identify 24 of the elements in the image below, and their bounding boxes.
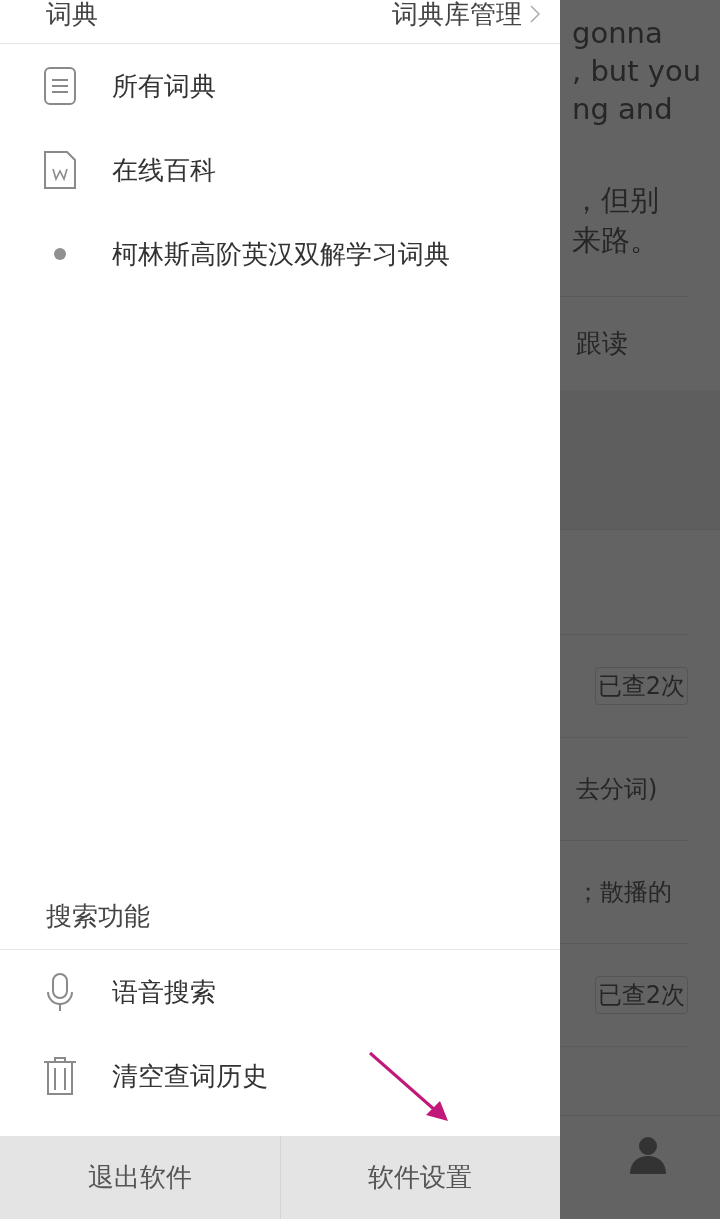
definition-text: 去分词) [575, 774, 658, 805]
section-title: 搜索功能 [46, 900, 150, 933]
bullet-icon [53, 247, 67, 261]
microphone-icon [45, 972, 75, 1012]
library-management-link[interactable]: 词典库管理 [392, 1, 540, 27]
translation-line: ，但别 [572, 182, 660, 219]
sentence-line: gonna [572, 15, 664, 52]
document-icon [43, 66, 77, 106]
dictionary-item[interactable]: 柯林斯高阶英汉双解学习词典 [0, 212, 560, 296]
dictionary-item[interactable]: 所有词典 [0, 44, 560, 128]
chevron-right-icon [530, 5, 540, 23]
person-icon[interactable] [630, 1136, 666, 1174]
word-file-icon [43, 150, 77, 190]
menu-item[interactable]: 语音搜索 [0, 950, 560, 1034]
sentence-line: , but you [572, 53, 703, 90]
menu-item[interactable]: 清空查词历史 [0, 1034, 560, 1118]
sentence-line: ng and [572, 91, 674, 128]
definition-text: ；散播的 [575, 877, 672, 908]
lookup-count-badge: 已查2次 [594, 976, 688, 1014]
section-title: 词典 [46, 1, 98, 27]
trash-icon [43, 1056, 77, 1096]
lookup-count-badge: 已查2次 [594, 667, 688, 705]
dictionary-item[interactable]: 在线百科 [0, 128, 560, 212]
translation-line: 来路。 [572, 222, 660, 259]
